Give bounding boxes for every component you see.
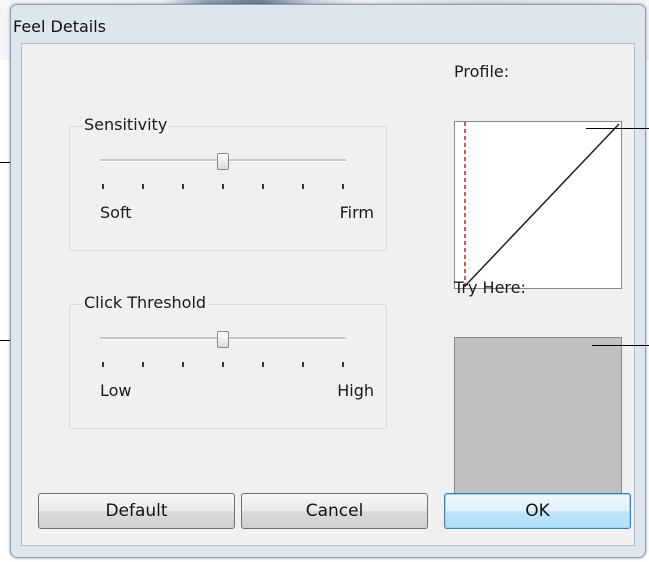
slider-tick-mark xyxy=(222,184,224,189)
slider-tick-mark xyxy=(342,184,344,189)
slider-tick-mark xyxy=(302,362,304,367)
try-here-label: Try Here: xyxy=(454,278,526,297)
slider-tick-mark xyxy=(102,362,104,367)
dialog-title: Feel Details xyxy=(13,17,107,36)
slider-tick-mark xyxy=(182,184,184,189)
sensitivity-max-label: Firm xyxy=(339,203,374,222)
dialog-body: Sensitivity Soft Firm Click Threshold Lo… xyxy=(21,43,635,546)
sensitivity-slider-thumb[interactable] xyxy=(217,153,229,170)
pressure-profile-graph xyxy=(454,121,622,289)
try-here-area[interactable] xyxy=(454,337,622,505)
slider-tick-mark xyxy=(142,184,144,189)
title-bar[interactable]: Feel Details xyxy=(11,5,645,45)
click-threshold-max-label: High xyxy=(337,381,374,400)
profile-curve xyxy=(464,123,620,287)
click-threshold-label: Click Threshold xyxy=(82,293,209,312)
feel-details-dialog: Feel Details Sensitivity Soft Firm Click… xyxy=(10,4,646,558)
slider-tick-mark xyxy=(342,362,344,367)
click-threshold-slider-thumb[interactable] xyxy=(217,331,229,348)
sensitivity-group: Sensitivity Soft Firm xyxy=(69,115,387,251)
sensitivity-min-label: Soft xyxy=(100,203,132,222)
profile-label: Profile: xyxy=(454,62,510,81)
slider-tick-mark xyxy=(142,362,144,367)
slider-tick-mark xyxy=(222,362,224,367)
slider-tick-mark xyxy=(262,362,264,367)
try-here-callout-line xyxy=(592,345,649,346)
profile-callout-line xyxy=(586,128,649,129)
ok-button[interactable]: OK xyxy=(444,493,631,529)
slider-tick-mark xyxy=(302,184,304,189)
default-button[interactable]: Default xyxy=(38,493,235,529)
slider-tick-mark xyxy=(182,362,184,367)
sensitivity-label: Sensitivity xyxy=(82,115,170,134)
slider-tick-mark xyxy=(262,184,264,189)
cancel-button[interactable]: Cancel xyxy=(241,493,428,529)
slider-tick-mark xyxy=(102,184,104,189)
click-threshold-group: Click Threshold Low High xyxy=(69,293,387,429)
profile-graph-svg xyxy=(464,122,620,288)
click-threshold-min-label: Low xyxy=(100,381,132,400)
